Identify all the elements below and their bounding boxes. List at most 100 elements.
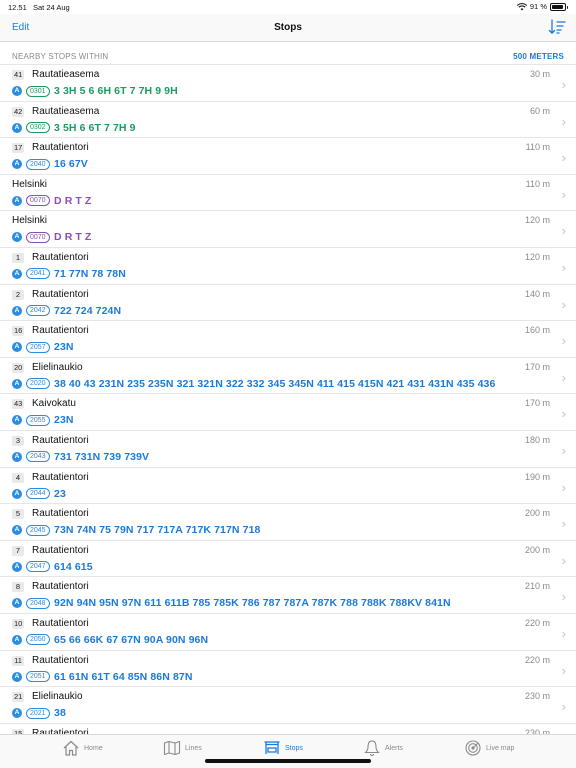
chevron-right-icon: ›	[561, 296, 566, 312]
stop-lines: D R T Z	[54, 194, 92, 207]
stop-name: Rautatientori	[32, 508, 89, 520]
stop-distance: 220 m	[524, 617, 550, 628]
tab-label: Alerts	[385, 744, 403, 752]
chevron-right-icon: ›	[561, 479, 566, 495]
stop-lines: 3 3H 5 6 6H 6T 7 7H 9 9H	[54, 85, 178, 97]
tab-alerts[interactable]: Alerts	[363, 738, 403, 758]
chevron-right-icon: ›	[561, 516, 566, 532]
chevron-right-icon: ›	[561, 113, 566, 129]
range-button[interactable]: 500 METERS	[513, 52, 564, 61]
stop-platform-number: 8	[12, 582, 24, 593]
stop-row[interactable]: 11 Rautatientori 220 m › A 2051 61 61N 61T 64 …	[0, 651, 576, 688]
tab-label: Live map	[486, 744, 515, 752]
zone-badge: A	[12, 598, 22, 609]
stop-name: Rautatientori	[32, 654, 89, 666]
stop-platform-number: 4	[12, 472, 24, 483]
stop-row[interactable]: Helsinki 120 m › A 0070 D R T Z	[0, 211, 576, 248]
stop-row[interactable]: 21 Elielinaukio 230 m › A 2021 38	[0, 687, 576, 724]
stop-distance: 210 m	[524, 581, 550, 592]
stop-lines: 3 5H 6 6T 7 7H 9	[54, 121, 136, 134]
stop-lines: 92N 94N 95N 97N 611 611B 785 785K 786 78…	[54, 597, 451, 610]
stop-row[interactable]: 10 Rautatientori 220 m › A 2050 65 66 66K 67 6…	[0, 614, 576, 651]
stop-distance: 120 m	[524, 215, 550, 226]
stop-row[interactable]: 8 Rautatientori 210 m › A 2048 92N 94N 95N 97N…	[0, 577, 576, 614]
chevron-right-icon: ›	[561, 406, 566, 422]
stop-row[interactable]: Helsinki 110 m › A 0070 D R T Z	[0, 175, 576, 212]
tab-label: Stops	[285, 744, 303, 752]
tab-lines[interactable]: Lines	[163, 738, 202, 758]
stop-distance: 200 m	[524, 508, 550, 519]
stop-row[interactable]: 41 Rautatieasema 30 m › A 0301 3 3H 5 6 6H 6T …	[0, 65, 576, 102]
stop-distance: 160 m	[524, 325, 550, 336]
stop-platform-number: 5	[12, 509, 24, 520]
stop-name: Rautatientori	[32, 251, 89, 263]
stop-row[interactable]: 1 Rautatientori 120 m › A 2041 71 77N 78 78N	[0, 248, 576, 285]
tab-stops[interactable]: Stops	[263, 738, 303, 758]
zone-badge: A	[12, 415, 22, 426]
stop-code: 2045	[26, 524, 50, 536]
tab-label: Home	[84, 744, 103, 752]
status-bar: 12.51 Sat 24 Aug 91 %	[0, 0, 576, 14]
stop-platform-number: 7	[12, 545, 24, 556]
status-right: 91 %	[516, 2, 568, 11]
tab-home[interactable]: Home	[62, 738, 103, 758]
stop-lines: 61 61N 61T 64 85N 86N 87N	[54, 670, 193, 683]
stop-lines: 722 724 724N	[54, 304, 122, 317]
sort-order-icon[interactable]	[548, 18, 566, 36]
tab-live-map[interactable]: Live map	[464, 738, 514, 758]
stop-name: Helsinki	[12, 215, 48, 227]
wifi-icon	[516, 2, 527, 10]
stop-name: Rautatientori	[32, 288, 89, 300]
tab-label: Lines	[185, 744, 202, 752]
stop-code: 0302	[26, 122, 50, 134]
stop-name: Rautatientori	[32, 325, 89, 337]
page-title: Stops	[274, 22, 302, 33]
stop-platform-number: 11	[12, 655, 24, 666]
stop-distance: 200 m	[524, 544, 550, 555]
stop-platform-number: 20	[12, 362, 25, 373]
zone-badge: A	[12, 122, 22, 133]
zone-badge: A	[12, 708, 22, 719]
chevron-right-icon: ›	[561, 150, 566, 166]
navigation-bar: Edit Stops	[0, 14, 576, 42]
stop-row[interactable]: 17 Rautatientori 110 m › A 2040 16 67V	[0, 138, 576, 175]
stop-code: 2055	[26, 414, 50, 426]
zone-badge: A	[12, 232, 22, 243]
stop-lines: 614 615	[54, 560, 93, 573]
stop-platform-number: 43	[12, 399, 25, 410]
chevron-right-icon: ›	[561, 223, 566, 239]
stop-row[interactable]: 5 Rautatientori 200 m › A 2045 73N 74N 75 79N …	[0, 504, 576, 541]
status-time: 12.51	[8, 3, 27, 12]
status-date: Sat 24 Aug	[33, 3, 70, 12]
battery-percent: 91 %	[529, 2, 547, 11]
chevron-right-icon: ›	[561, 77, 566, 92]
stop-name: Helsinki	[12, 178, 48, 190]
stop-lines: 73N 74N 75 79N 717 717A 717K 717N 718	[54, 524, 261, 537]
stop-row[interactable]: 43 Kaivokatu 170 m › A 2055 23N	[0, 394, 576, 431]
stop-code: 0070	[26, 231, 50, 243]
stop-name: Elielinaukio	[32, 361, 83, 373]
stop-row[interactable]: 42 Rautatieasema 60 m › A 0302 3 5H 6 6T 7 7H …	[0, 102, 576, 139]
stop-row[interactable]: 20 Elielinaukio 170 m › A 2020 38 40 43 231N 2…	[0, 358, 576, 395]
section-header: NEARBY STOPS WITHIN 500 METERS	[0, 50, 576, 64]
chevron-right-icon: ›	[561, 552, 566, 568]
stop-code: 2044	[26, 488, 50, 500]
stop-code: 0301	[26, 85, 50, 97]
zone-badge: A	[12, 159, 22, 170]
house-icon	[63, 740, 79, 756]
stop-name: Elielinaukio	[32, 691, 83, 703]
stop-distance: 190 m	[524, 471, 550, 482]
stop-row[interactable]: 16 Rautatientori 160 m › A 2057 23N	[0, 321, 576, 358]
chevron-right-icon: ›	[561, 589, 566, 605]
stop-code: 2050	[26, 634, 50, 646]
stop-code: 2020	[26, 378, 50, 390]
stop-row[interactable]: 7 Rautatientori 200 m › A 2047 614 615	[0, 541, 576, 578]
stop-list: 41 Rautatieasema 30 m › A 0301 3 3H 5 6 6H 6T …	[0, 64, 576, 734]
stop-platform-number: 10	[12, 618, 25, 629]
stop-row[interactable]: 2 Rautatientori 140 m › A 2042 722 724 724N	[0, 285, 576, 322]
stop-row[interactable]: 15Rautatientori230 m›	[0, 724, 576, 734]
stop-row[interactable]: 3 Rautatientori 180 m › A 2043 731 731N 739 73…	[0, 431, 576, 468]
stop-lines: 23	[54, 487, 66, 500]
stop-row[interactable]: 4 Rautatientori 190 m › A 2044 23	[0, 468, 576, 505]
stop-platform-number: 16	[12, 326, 25, 337]
